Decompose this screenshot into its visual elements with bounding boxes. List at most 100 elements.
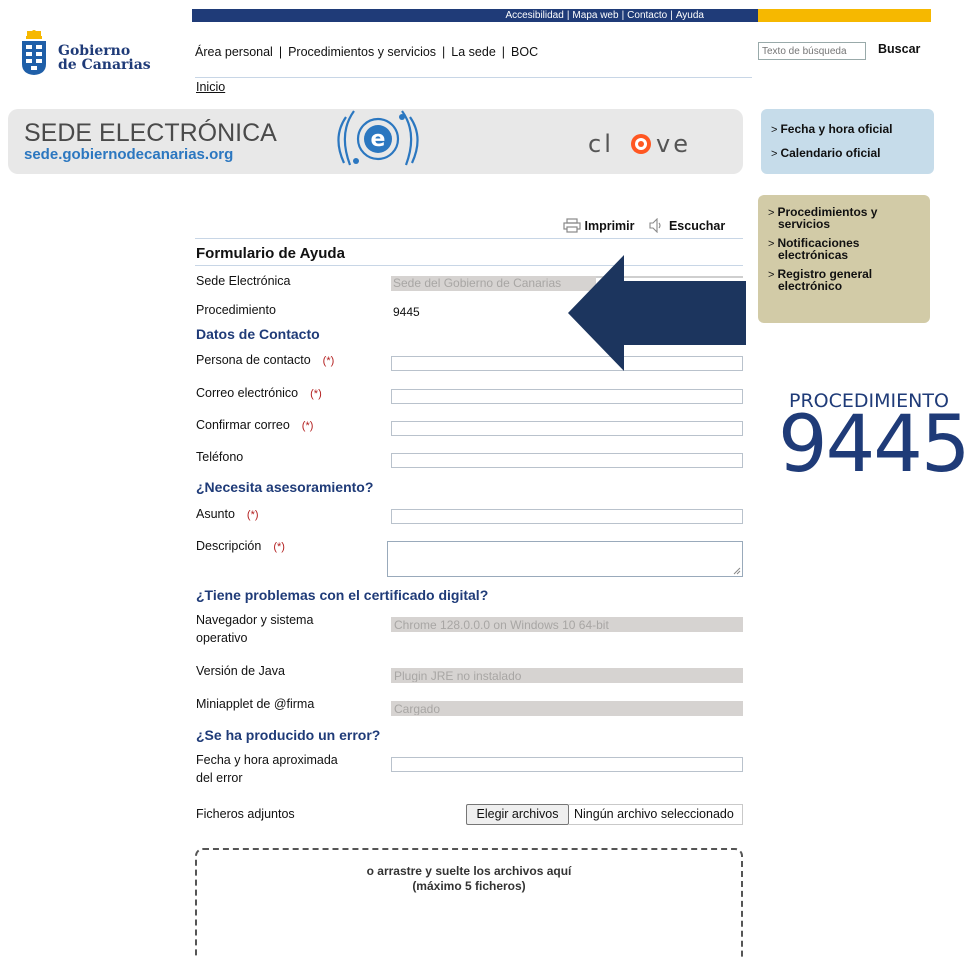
page-tools: Imprimir Escuchar: [563, 217, 726, 234]
label-text: Correo electrónico: [196, 386, 299, 400]
main-nav: Área personal | Procedimientos y servicios…: [195, 45, 538, 59]
java-field: Plugin JRE no instalado: [391, 668, 743, 683]
link-notificaciones[interactable]: > Notificaciones electrónicas: [768, 237, 920, 262]
clave-logo-icon: cl ve: [588, 130, 691, 158]
link-calendario-oficial[interactable]: > Calendario oficial: [771, 147, 924, 160]
divider: [195, 238, 743, 239]
section-certificado: ¿Tiene problemas con el certificado digi…: [196, 587, 489, 603]
required-mark: (*): [246, 509, 259, 521]
choose-files-button[interactable]: Elegir archivos: [466, 804, 569, 825]
telefono-label: Teléfono: [196, 450, 244, 464]
asunto-label: Asunto (*): [196, 505, 259, 524]
utility-bar: Accesibilidad | Mapa web | Contacto | Ayuda: [192, 9, 758, 22]
banner-url: sede.gobiernodecanarias.org: [24, 146, 234, 163]
listen-label: Escuchar: [668, 219, 726, 233]
fecha-error-label: Fecha y hora aproximada del error: [196, 751, 338, 787]
link-fecha-hora-oficial[interactable]: > Fecha y hora oficial: [771, 123, 924, 136]
telefono-input[interactable]: [391, 453, 743, 468]
coat-of-arms-icon: [22, 30, 46, 75]
correo-input[interactable]: [391, 389, 743, 404]
clave-text-right: ve: [656, 130, 691, 158]
file-dropzone[interactable]: o arrastre y suelte los archivos aquí (m…: [195, 848, 743, 958]
nav-item-area-personal[interactable]: Área personal: [195, 45, 273, 59]
correo-label: Correo electrónico (*): [196, 384, 322, 403]
speaker-icon: [649, 217, 662, 234]
right-box-services: > Procedimientos y servicios > Notificacion…: [758, 195, 930, 323]
asunto-input[interactable]: [391, 509, 743, 524]
label-text: Asunto: [196, 507, 235, 521]
overlay-procedimiento-number: 9445: [778, 400, 968, 490]
section-error: ¿Se ha producido un error?: [196, 727, 381, 743]
banner-title: SEDE ELECTRÓNICA: [24, 119, 277, 147]
section-asesoramiento: ¿Necesita asesoramiento?: [196, 479, 374, 495]
nav-item-boc[interactable]: BOC: [511, 45, 538, 59]
resize-handle-icon[interactable]: [733, 567, 741, 575]
accent-bar: [758, 9, 931, 22]
label-line: Navegador y sistema: [196, 613, 314, 627]
sede-label: Sede Electrónica: [196, 274, 291, 288]
navegador-field: Chrome 128.0.0.0 on Windows 10 64-bit: [391, 617, 743, 632]
contacto-link[interactable]: Contacto: [627, 10, 667, 21]
listen-button[interactable]: Escuchar: [649, 217, 726, 234]
link-label: electrónico: [778, 279, 843, 293]
sede-e-logo-icon: e: [337, 110, 419, 166]
java-label: Versión de Java: [196, 664, 285, 678]
navegador-label: Navegador y sistema operativo: [196, 611, 313, 647]
descripcion-textarea[interactable]: [387, 541, 743, 577]
nav-item-la-sede[interactable]: La sede: [451, 45, 495, 59]
dropzone-text: o arrastre y suelte los archivos aquí (m…: [197, 864, 741, 894]
e-logo-letter: e: [371, 127, 386, 152]
form-title: Formulario de Ayuda: [196, 245, 345, 262]
link-label: Calendario oficial: [780, 146, 881, 160]
required-mark: (*): [310, 388, 322, 400]
miniapplet-field: Cargado: [391, 701, 743, 716]
nav-item-procedimientos[interactable]: Procedimientos y servicios: [288, 45, 436, 59]
search-button[interactable]: Buscar: [878, 42, 920, 56]
link-registro-general[interactable]: > Registro general electrónico: [768, 268, 920, 293]
link-label: Fecha y hora oficial: [780, 122, 893, 136]
search-input[interactable]: [758, 42, 866, 60]
fecha-error-input[interactable]: [391, 757, 743, 772]
confirmar-correo-input[interactable]: [391, 421, 743, 436]
mapa-web-link[interactable]: Mapa web: [572, 10, 618, 21]
link-procedimientos-servicios[interactable]: > Procedimientos y servicios: [768, 206, 920, 231]
separator: |: [501, 45, 506, 59]
required-mark: (*): [301, 420, 314, 432]
descripcion-label: Descripción (*): [196, 537, 285, 556]
gobierno-canarias-logo[interactable]: Gobierno de Canarias: [20, 30, 151, 78]
dropzone-line-1: o arrastre y suelte los archivos aquí: [366, 864, 572, 878]
logo-line-1: Gobierno: [58, 43, 131, 59]
print-button[interactable]: Imprimir: [563, 218, 638, 233]
miniapplet-label: Miniapplet de @firma: [196, 697, 315, 711]
right-box-official: > Fecha y hora oficial > Calendario oficia…: [761, 109, 934, 174]
sede-banner[interactable]: SEDE ELECTRÓNICA sede.gobiernodecanarias…: [8, 109, 743, 174]
divider: [195, 77, 752, 78]
breadcrumb-inicio[interactable]: Inicio: [196, 80, 225, 94]
label-line: operativo: [196, 631, 248, 645]
ayuda-link[interactable]: Ayuda: [676, 10, 704, 21]
label-line: del error: [196, 771, 243, 785]
confirmar-correo-label: Confirmar correo (*): [196, 416, 313, 435]
procedimiento-field: 9445: [393, 305, 420, 319]
label-text: Persona de contacto: [196, 353, 311, 367]
logo-line-2: de Canarias: [58, 57, 151, 73]
link-label: servicios: [778, 217, 831, 231]
caret-icon: >: [771, 148, 778, 160]
printer-icon: [563, 218, 581, 233]
required-mark: (*): [322, 355, 335, 367]
print-label: Imprimir: [584, 219, 635, 233]
ficheros-label: Ficheros adjuntos: [196, 807, 295, 821]
label-text: Confirmar correo: [196, 418, 290, 432]
label-line: Fecha y hora aproximada: [196, 753, 338, 767]
pointer-arrow-icon: [568, 255, 746, 371]
separator: |: [278, 45, 283, 59]
required-mark: (*): [273, 541, 285, 553]
dropzone-line-2: (máximo 5 ficheros): [412, 879, 526, 893]
link-label: electrónicas: [778, 248, 849, 262]
logo-text: Gobierno de Canarias: [58, 44, 151, 72]
caret-icon: >: [771, 124, 778, 136]
accesibilidad-link[interactable]: Accesibilidad: [505, 10, 563, 21]
separator: |: [442, 45, 446, 59]
section-datos-contacto: Datos de Contacto: [196, 326, 320, 342]
clave-text-left: cl: [588, 130, 614, 158]
